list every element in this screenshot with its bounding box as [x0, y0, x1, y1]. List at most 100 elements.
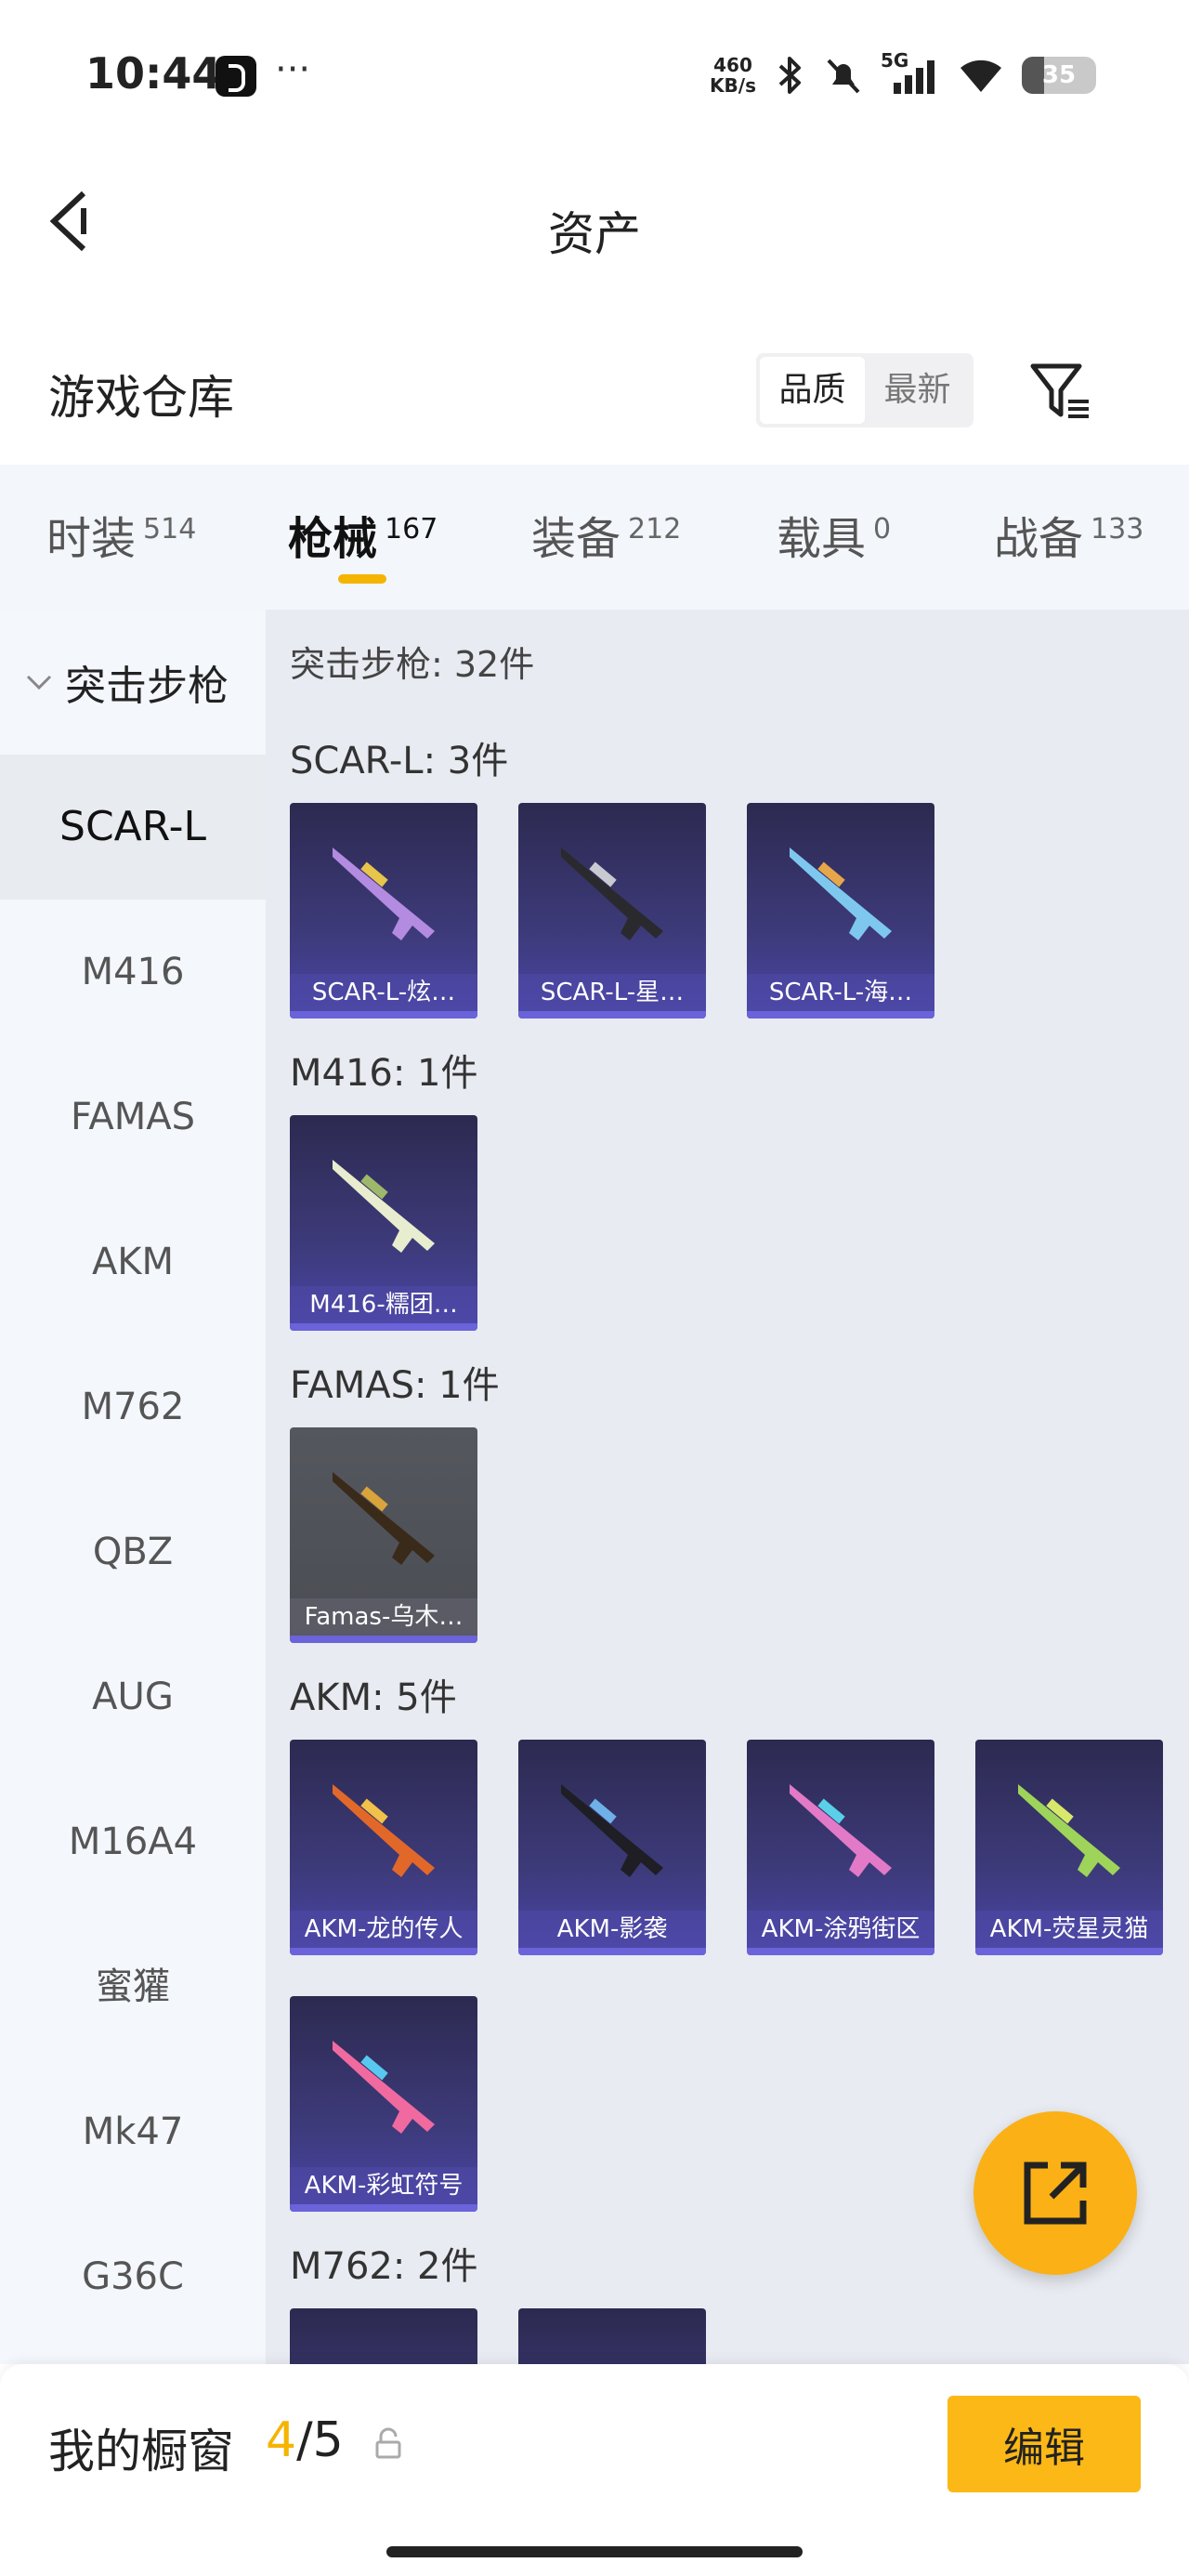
sidebar-group-assault-rifles[interactable]: 突击步枪 — [0, 610, 266, 755]
quality-bar — [290, 2204, 477, 2212]
chevron-down-icon — [26, 675, 52, 690]
status-bar: 10:44 ··· 460 KB/s 5G 35 — [0, 0, 1189, 149]
item-label: AKM-涂鸦街区 — [747, 1911, 934, 1948]
tab-supplies[interactable]: 战备 133 — [994, 502, 1143, 567]
tab-label: 枪械 — [288, 513, 378, 565]
warehouse-bar: 游戏仓库 品质 最新 — [0, 316, 1189, 465]
rifle-icon — [790, 848, 892, 940]
sidebar-item-qbz[interactable]: QBZ — [0, 1479, 266, 1624]
showcase-bar: 我的橱窗 4/5 编辑 — [0, 2364, 1189, 2576]
battery-icon: 35 — [1022, 57, 1096, 94]
item-tile[interactable] — [518, 2308, 706, 2364]
sort-option-quality[interactable]: 品质 — [760, 357, 865, 424]
sidebar-item-m16a4[interactable]: M16A4 — [0, 1769, 266, 1914]
lock-icon — [375, 2427, 401, 2459]
sidebar-item-mk47[interactable]: Mk47 — [0, 2059, 266, 2204]
sidebar: 突击步枪 SCAR-L M416 FAMAS AKM M762 QBZ AUG … — [0, 610, 266, 2364]
tab-label: 载具 — [777, 513, 867, 565]
item-tile[interactable]: SCAR-L-海… — [747, 803, 934, 1019]
rifle-icon — [561, 848, 663, 940]
sort-option-newest[interactable]: 最新 — [865, 357, 970, 424]
group-label-m416: M416: 1件 — [290, 1052, 478, 1095]
quality-bar — [747, 1948, 934, 1955]
item-grid: 突击步枪: 32件 SCAR-L: 3件 SCAR-L-炫… SCAR-L-星…… — [266, 610, 1189, 2364]
item-tile[interactable]: Famas-乌木… — [290, 1427, 477, 1643]
tab-label: 战备 — [994, 513, 1084, 565]
rifle-icon — [790, 1784, 892, 1877]
mute-bell-icon — [827, 59, 860, 94]
status-more-icon: ··· — [275, 48, 311, 91]
net-speed-value: 460 — [713, 54, 752, 76]
group-label-akm: AKM: 5件 — [290, 1676, 457, 1719]
share-button[interactable] — [973, 2111, 1137, 2275]
rifle-icon — [561, 1784, 663, 1877]
item-tile[interactable]: AKM-龙的传人 — [290, 1740, 477, 1955]
item-tile[interactable]: AKM-彩虹符号 — [290, 1996, 477, 2212]
item-label: SCAR-L-星… — [518, 974, 706, 1011]
sidebar-item-g36c[interactable]: G36C — [0, 2204, 266, 2349]
tiktok-icon — [216, 56, 256, 97]
sidebar-item-m416[interactable]: M416 — [0, 900, 266, 1045]
rifle-icon — [333, 1160, 435, 1253]
item-label: AKM-彩虹符号 — [290, 2167, 477, 2204]
tab-count: 0 — [873, 513, 892, 545]
rifle-icon — [333, 2041, 435, 2134]
category-tabs: 时装 514 枪械 167 装备 212 载具 0 战备 133 — [0, 465, 1189, 610]
item-tile[interactable]: M416-糯团… — [290, 1115, 477, 1331]
status-time: 10:44 — [85, 48, 222, 99]
tab-costume[interactable]: 时装 514 — [46, 502, 196, 567]
item-label: SCAR-L-炫… — [290, 974, 477, 1011]
item-label: AKM-影袭 — [518, 1911, 706, 1948]
item-label: AKM-龙的传人 — [290, 1911, 477, 1948]
tab-vehicles[interactable]: 载具 0 — [777, 502, 891, 567]
bluetooth-icon — [778, 57, 801, 94]
sidebar-item-m762[interactable]: M762 — [0, 1334, 266, 1479]
item-tile[interactable]: AKM-荧星灵猫 — [975, 1740, 1163, 1955]
cell-signal-icon: 5G — [881, 49, 940, 96]
net-speed: 460 KB/s — [710, 55, 756, 96]
showcase-count: 4/5 — [266, 2412, 344, 2468]
tab-label: 装备 — [531, 513, 621, 565]
tab-active-indicator — [338, 574, 386, 584]
wifi-icon — [960, 59, 1001, 92]
sidebar-item-akm[interactable]: AKM — [0, 1189, 266, 1334]
showcase-label: 我的橱窗 — [48, 2425, 234, 2478]
tab-guns[interactable]: 枪械 167 — [288, 502, 438, 567]
showcase-total: 5 — [312, 2412, 344, 2468]
rifle-icon — [333, 1472, 435, 1565]
item-tile[interactable]: SCAR-L-星… — [518, 803, 706, 1019]
header: 资产 — [0, 149, 1189, 297]
sidebar-item-scar-l[interactable]: SCAR-L — [0, 755, 266, 900]
quality-bar — [290, 1636, 477, 1643]
quality-bar — [290, 1948, 477, 1955]
quality-bar — [290, 1323, 477, 1331]
item-tile[interactable] — [290, 2308, 477, 2364]
rifle-icon — [333, 1784, 435, 1877]
item-tile[interactable]: AKM-涂鸦街区 — [747, 1740, 934, 1955]
item-label: SCAR-L-海… — [747, 974, 934, 1011]
tab-count: 514 — [143, 513, 197, 545]
tab-equipment[interactable]: 装备 212 — [531, 502, 681, 567]
item-label: Famas-乌木… — [290, 1598, 477, 1636]
warehouse-title: 游戏仓库 — [48, 371, 234, 425]
external-link-icon — [1024, 2162, 1087, 2225]
item-tile[interactable]: AKM-影袭 — [518, 1740, 706, 1955]
rifle-icon — [1018, 1784, 1120, 1877]
rifle-icon — [333, 848, 435, 940]
tab-count: 212 — [628, 513, 682, 545]
sidebar-item-honey-badger[interactable]: 蜜獾 — [0, 1914, 266, 2059]
net-speed-unit: KB/s — [710, 74, 756, 97]
filter-icon[interactable] — [1027, 359, 1094, 426]
item-tile[interactable]: SCAR-L-炫… — [290, 803, 477, 1019]
battery-level: 35 — [1041, 61, 1077, 89]
quality-bar — [518, 1011, 706, 1019]
quality-bar — [975, 1948, 1163, 1955]
status-indicators: 460 KB/s 5G 35 — [710, 49, 1096, 99]
edit-button[interactable]: 编辑 — [947, 2396, 1141, 2492]
sidebar-item-famas[interactable]: FAMAS — [0, 1045, 266, 1189]
tab-label: 时装 — [46, 513, 137, 565]
showcase-current: 4 — [266, 2412, 297, 2468]
category-title: 突击步枪: 32件 — [290, 644, 535, 685]
sidebar-item-aug[interactable]: AUG — [0, 1624, 266, 1769]
home-indicator — [386, 2546, 803, 2557]
